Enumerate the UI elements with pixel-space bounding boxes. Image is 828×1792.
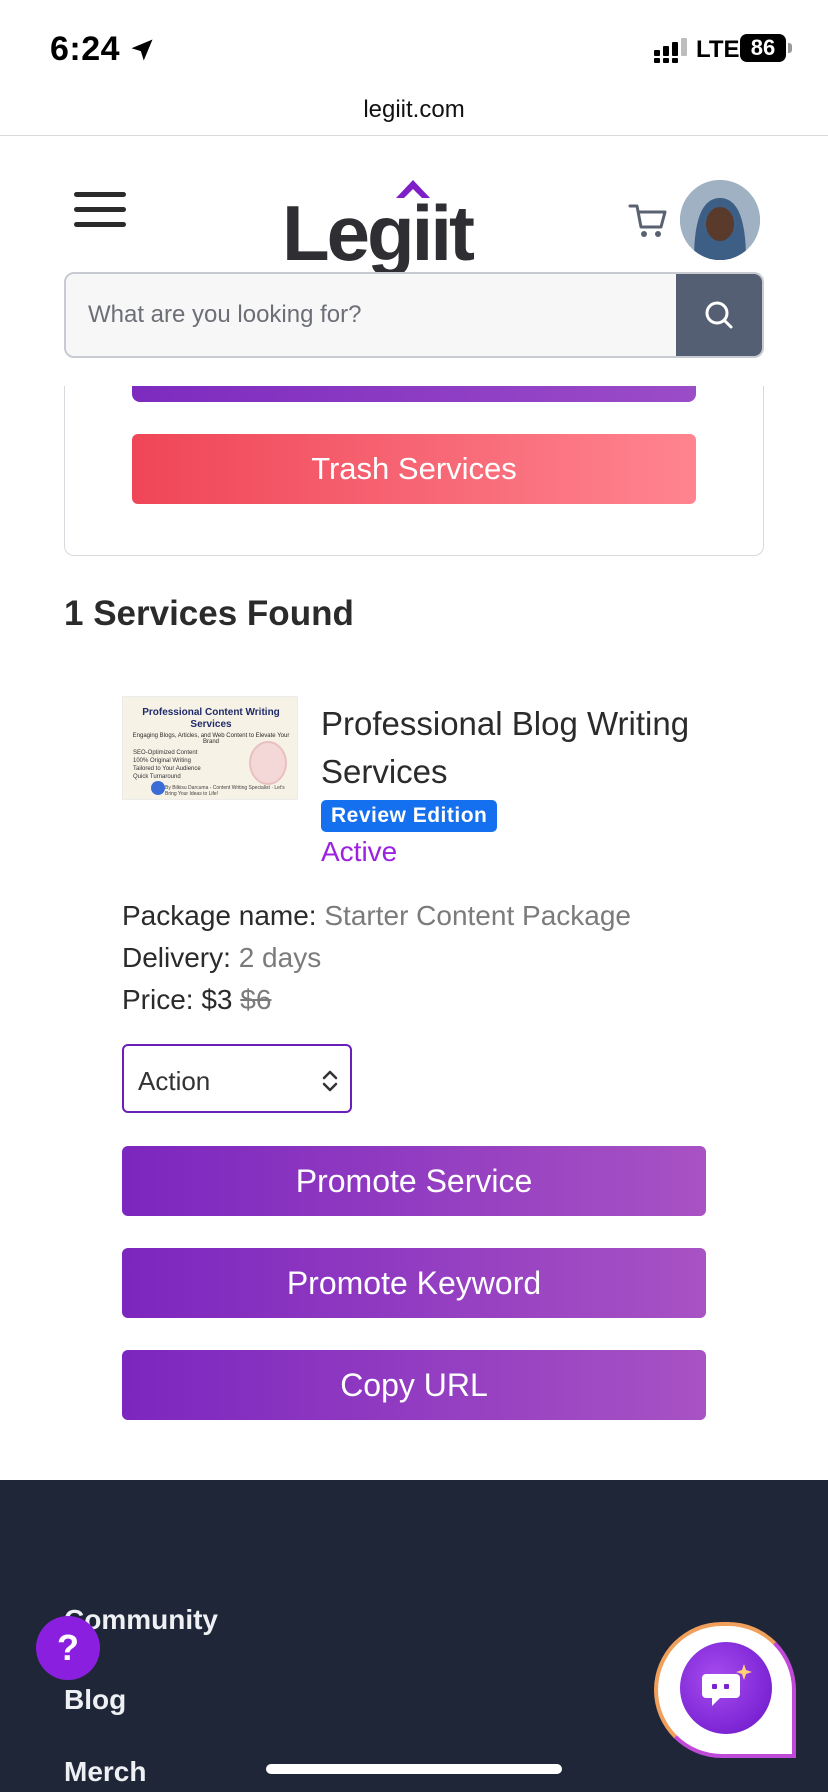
promote-keyword-button[interactable]: Promote Keyword — [122, 1248, 706, 1318]
footer-link-blog[interactable]: Blog — [64, 1684, 126, 1716]
chevron-updown-icon — [322, 1070, 338, 1092]
thumbnail-title: Professional Content Writing Services — [142, 707, 280, 730]
price-label: Price: — [122, 984, 194, 1015]
promote-service-button[interactable]: Promote Service — [122, 1146, 706, 1216]
battery-icon: 86 — [740, 34, 786, 62]
search-button[interactable] — [676, 274, 762, 356]
price-value: $3 — [201, 984, 233, 1015]
price-original: $6 — [240, 984, 272, 1015]
thumbnail-portrait — [249, 741, 287, 785]
thumbnail-footer: By Bilkisu Darcuma - Content Writing Spe… — [165, 785, 285, 797]
help-button[interactable]: ? — [36, 1616, 100, 1680]
home-indicator — [266, 1764, 562, 1774]
service-thumbnail[interactable]: Professional Content Writing Services En… — [122, 696, 298, 800]
page: 6:24 LTE 86 legiit.com Legiit What are y… — [0, 0, 828, 1792]
service-status: Active — [321, 836, 398, 867]
chat-sparkle-icon — [702, 1664, 752, 1706]
action-select[interactable]: Action — [122, 1044, 352, 1113]
search-bar — [64, 272, 764, 358]
footer-link-merch[interactable]: Merch — [64, 1756, 146, 1788]
copy-url-button[interactable]: Copy URL — [122, 1350, 706, 1420]
filter-button-partial[interactable] — [132, 386, 696, 402]
delivery-label: Delivery: — [122, 942, 231, 973]
thumbnail-logo-icon — [151, 781, 165, 795]
legiit-logo[interactable]: Legiit — [282, 176, 475, 277]
user-avatar[interactable] — [680, 180, 760, 260]
trash-services-button[interactable]: Trash Services — [132, 434, 696, 504]
address-bar[interactable]: legiit.com — [0, 88, 828, 136]
chat-button[interactable] — [680, 1642, 772, 1734]
thumbnail-bullet: Tailored to Your Audience — [133, 766, 201, 772]
action-select-value: Action — [138, 1066, 211, 1096]
thumbnail-bullet: 100% Original Writing — [133, 758, 191, 764]
thumbnail-bullets: SEO-Optimized Content 100% Original Writ… — [133, 749, 201, 781]
signal-icon — [654, 38, 687, 63]
battery-tip — [788, 43, 792, 53]
status-time: 6:24 — [50, 30, 121, 68]
service-title[interactable]: Professional Blog Writing Services — [321, 700, 741, 796]
thumbnail-bullet: Quick Turnaround — [133, 774, 181, 780]
cart-icon[interactable] — [628, 200, 668, 240]
menu-icon[interactable] — [74, 192, 126, 232]
package-row: Package name: Starter Content Package — [122, 900, 631, 932]
search-icon — [705, 301, 733, 329]
network-type: LTE — [696, 36, 740, 63]
results-heading: 1 Services Found — [64, 594, 354, 633]
price-row: Price: $3 $6 — [122, 984, 271, 1016]
thumbnail-bullet: SEO-Optimized Content — [133, 750, 198, 756]
logo-text: Legiit — [282, 189, 475, 277]
package-label: Package name: — [122, 900, 317, 931]
delivery-row: Delivery: 2 days — [122, 942, 321, 974]
location-arrow-icon — [131, 39, 153, 61]
delivery-value: 2 days — [238, 942, 322, 973]
review-edition-badge: Review Edition — [321, 800, 498, 832]
search-input[interactable] — [66, 274, 678, 356]
status-bar: 6:24 LTE 86 — [0, 0, 828, 100]
package-value: Starter Content Package — [324, 900, 631, 931]
